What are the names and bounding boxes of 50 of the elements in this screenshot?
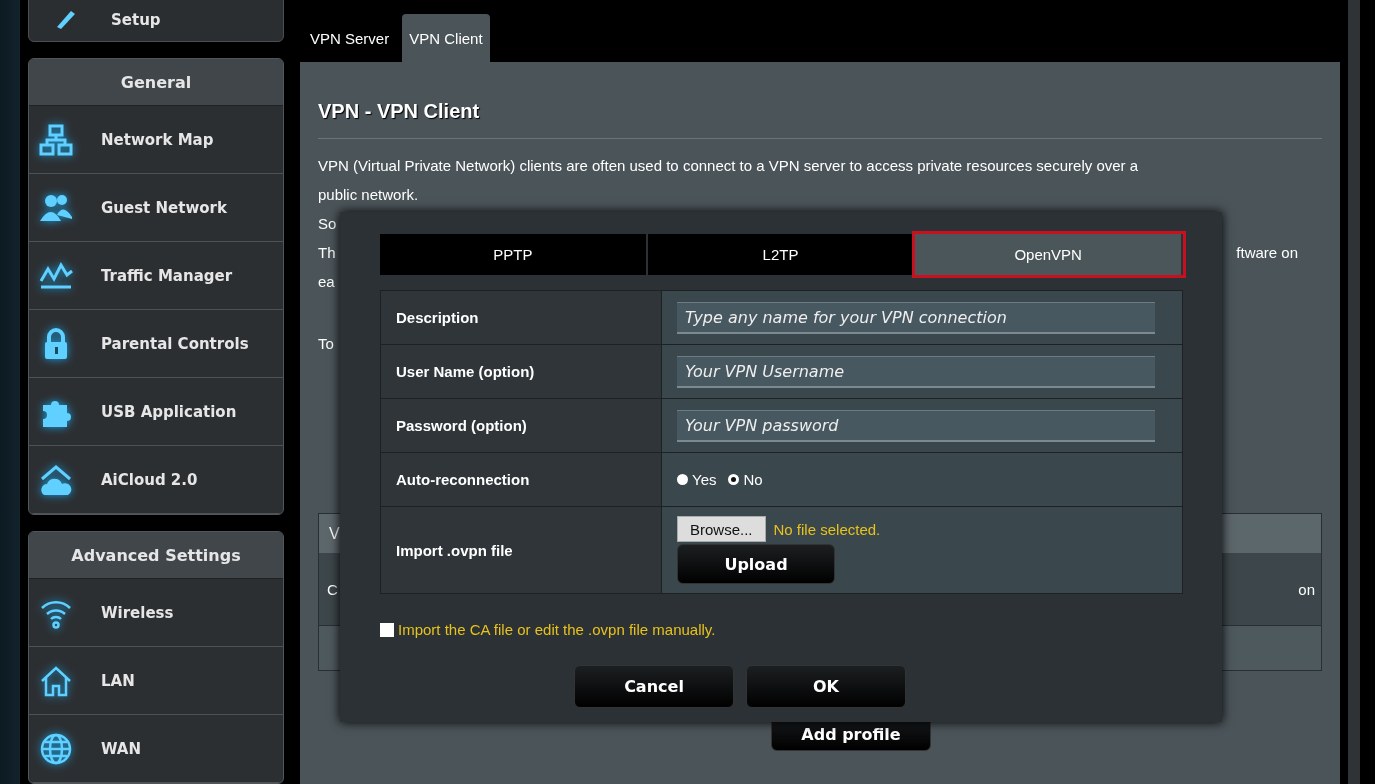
description-text: public network. [318,185,420,205]
protocol-tab[interactable]: PPTP [380,234,648,275]
checkbox-label: Import the CA file or edit the .ovpn file manually. [398,621,716,638]
table-header-text: V [329,524,340,543]
field-label: Description [381,291,662,344]
sidebar-item[interactable]: Traffic Manager [29,242,283,310]
field-label: Auto-reconnection [381,453,662,506]
tab[interactable]: VPN Client [402,14,490,62]
sidebar-item[interactable]: Network Map [29,106,283,174]
sidebar-item[interactable]: Setup [28,0,284,42]
input-field[interactable]: Your VPN Username [677,355,1155,388]
page-title: VPN - VPN Client [318,100,481,123]
wand-icon [57,11,75,29]
radio-button[interactable] [728,474,740,485]
cloud-house-icon [39,462,73,497]
sidebar-item[interactable]: Parental Controls [29,310,283,378]
sidebar-section-header: Advanced Settings [29,532,283,579]
checkbox[interactable] [380,622,394,637]
sidebar-item[interactable]: Wireless [29,579,283,647]
ok-button[interactable]: OK [746,665,906,708]
tab[interactable]: VPN Server [303,14,397,62]
sidebar-item[interactable]: WAN [29,715,283,783]
description-text: ftware on [1236,243,1298,263]
upload-button[interactable]: Upload [677,544,835,584]
sidebar-section-header: General [29,59,283,106]
field-label: Password (option) [381,399,662,452]
input-field[interactable]: Type any name for your VPN connection [677,301,1155,334]
description-text: VPN (Virtual Private Network) clients are often used to connect to a VPN server to access private resources securely over a [318,156,1140,176]
sidebar-item[interactable]: Guest Network [29,174,283,242]
description-text: So [318,214,337,234]
network-icon [39,122,73,157]
field-label: Import .ovpn file [381,507,662,593]
globe-icon [39,731,73,766]
radio-label: Yes [692,471,717,488]
file-status-text: No file selected. [773,520,881,538]
input-field[interactable]: Your VPN password [677,409,1155,442]
radio-button[interactable] [677,474,688,485]
table-cell: C [327,580,338,598]
sidebar-item[interactable]: USB Application [29,378,283,446]
description-text: ea [318,272,335,292]
description-text: To [318,334,334,354]
browse-button[interactable]: Browse... [677,516,766,542]
cancel-button[interactable]: Cancel [574,665,734,708]
description-text: Th [318,243,336,263]
table-cell: on [1298,580,1315,598]
sidebar-item[interactable]: AiCloud 2.0 [29,446,283,514]
sidebar-item[interactable]: LAN [29,647,283,715]
radio-label: No [743,471,763,488]
protocol-tab[interactable]: OpenVPN [915,234,1183,275]
field-label: User Name (option) [381,345,662,398]
